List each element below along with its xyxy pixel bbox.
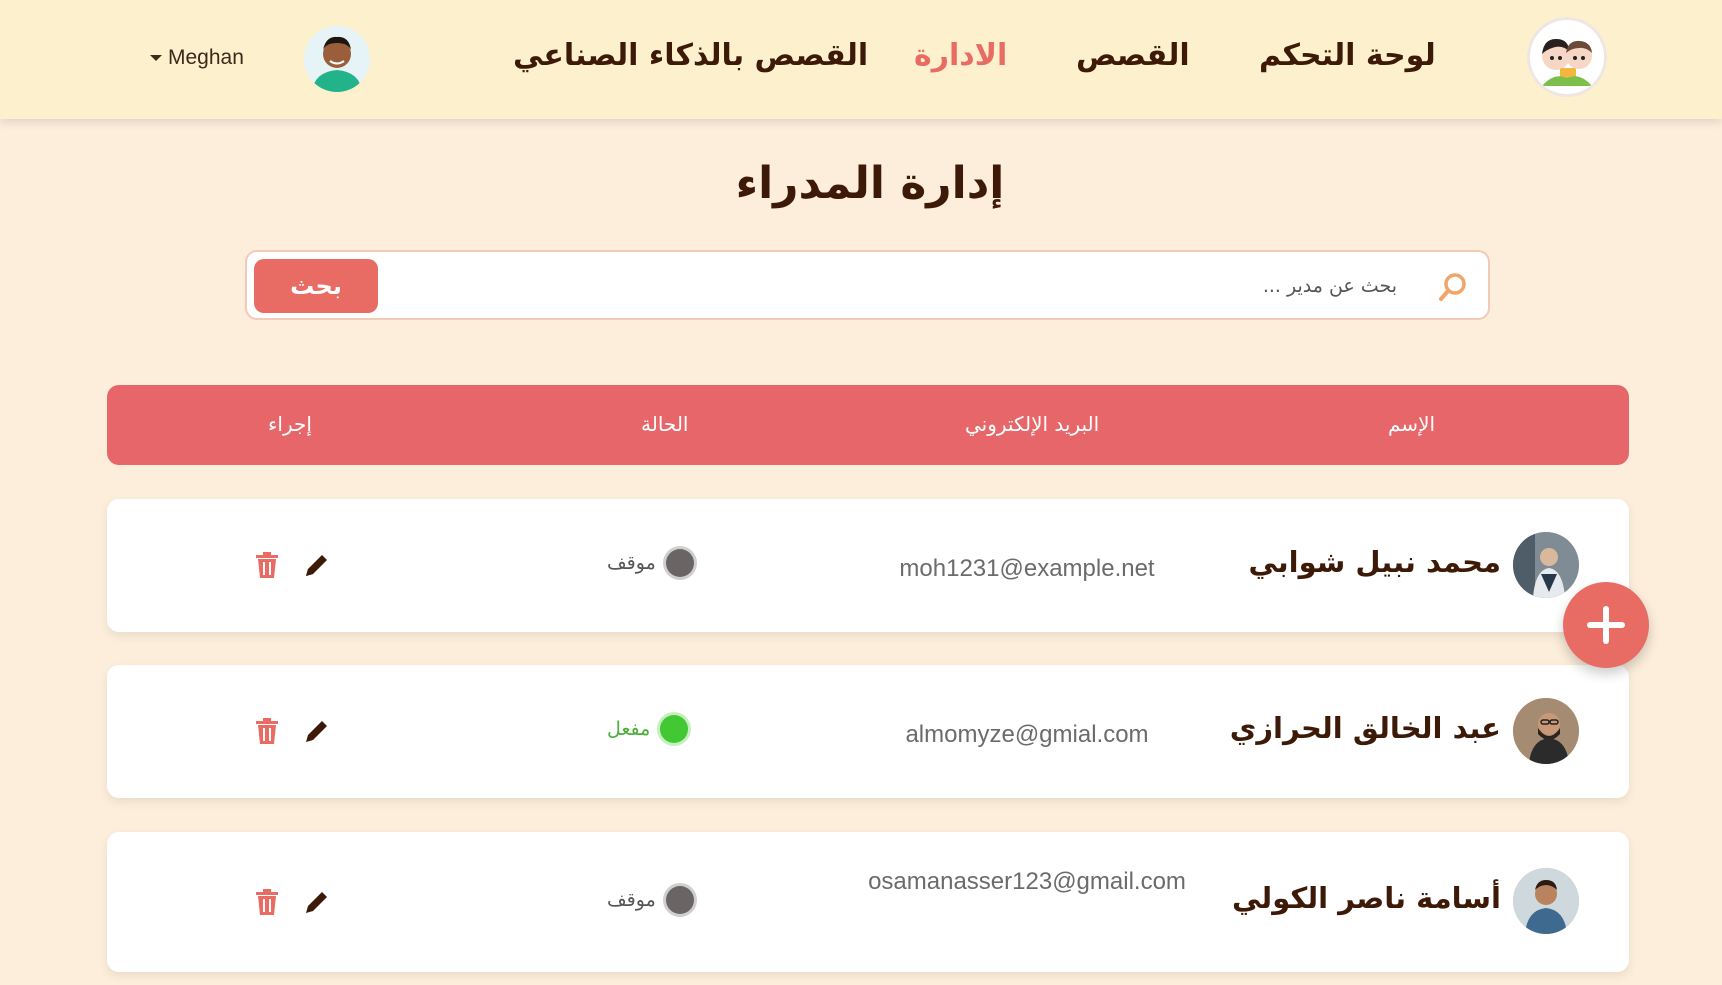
nav-dashboard[interactable]: لوحة التحكم — [1259, 38, 1436, 73]
user-name: Meghan — [168, 46, 244, 69]
caret-down-icon — [150, 55, 162, 61]
nav-stories[interactable]: القصص — [1076, 38, 1190, 73]
pencil-icon[interactable] — [303, 888, 331, 916]
trash-icon[interactable] — [254, 551, 280, 579]
plus-icon — [1587, 606, 1625, 644]
status-dot-icon — [665, 886, 694, 914]
table-row: محمد نبيل شوابي moh1231@example.net موقف — [107, 499, 1629, 632]
status-text: مفعل — [607, 718, 651, 740]
table-header: الإسم البريد الإلكتروني الحالة إجراء — [107, 385, 1629, 465]
trash-icon[interactable] — [254, 717, 280, 745]
row-name: محمد نبيل شوابي — [1248, 545, 1501, 579]
row-email: osamanasser123@gmail.com — [868, 868, 1186, 895]
status-dot-icon — [665, 549, 694, 577]
row-name: أسامة ناصر الكولي — [1231, 881, 1501, 915]
status-text: موقف — [607, 552, 656, 574]
search-button[interactable]: بحث — [254, 259, 378, 313]
column-action: إجراء — [268, 412, 312, 436]
status-dot-icon — [660, 715, 689, 743]
user-dropdown[interactable]: Meghan — [150, 46, 244, 70]
avatar — [1513, 868, 1579, 934]
status-badge: موقف — [607, 886, 694, 914]
avatar — [1513, 698, 1579, 764]
table-row: عبد الخالق الحرازي almomyze@gmial.com مف… — [107, 665, 1629, 798]
trash-icon[interactable] — [254, 888, 280, 916]
user-avatar[interactable] — [304, 26, 370, 92]
add-manager-button[interactable] — [1563, 582, 1649, 668]
status-badge: موقف — [607, 549, 694, 577]
column-name: الإسم — [1388, 412, 1436, 436]
nav-admin[interactable]: الادارة — [914, 38, 1007, 73]
search-input[interactable] — [397, 262, 1397, 310]
top-navbar: Meghan القصص بالذكاء الصناعي الادارة الق… — [0, 0, 1722, 119]
column-email: البريد الإلكتروني — [965, 412, 1100, 436]
pencil-icon[interactable] — [303, 717, 331, 745]
app-logo[interactable] — [1530, 20, 1604, 94]
page-title: إدارة المدراء — [735, 158, 1005, 209]
column-status: الحالة — [641, 412, 689, 436]
status-text: موقف — [607, 889, 656, 911]
search-bar: بحث — [245, 250, 1490, 320]
status-badge: مفعل — [607, 715, 689, 743]
pencil-icon[interactable] — [303, 551, 331, 579]
row-email: moh1231@example.net — [899, 555, 1155, 582]
search-icon — [1439, 273, 1466, 301]
row-email: almomyze@gmial.com — [905, 721, 1149, 748]
row-name: عبد الخالق الحرازي — [1229, 711, 1501, 745]
nav-ai-stories[interactable]: القصص بالذكاء الصناعي — [513, 38, 868, 73]
table-row: أسامة ناصر الكولي osamanasser123@gmail.c… — [107, 832, 1629, 972]
